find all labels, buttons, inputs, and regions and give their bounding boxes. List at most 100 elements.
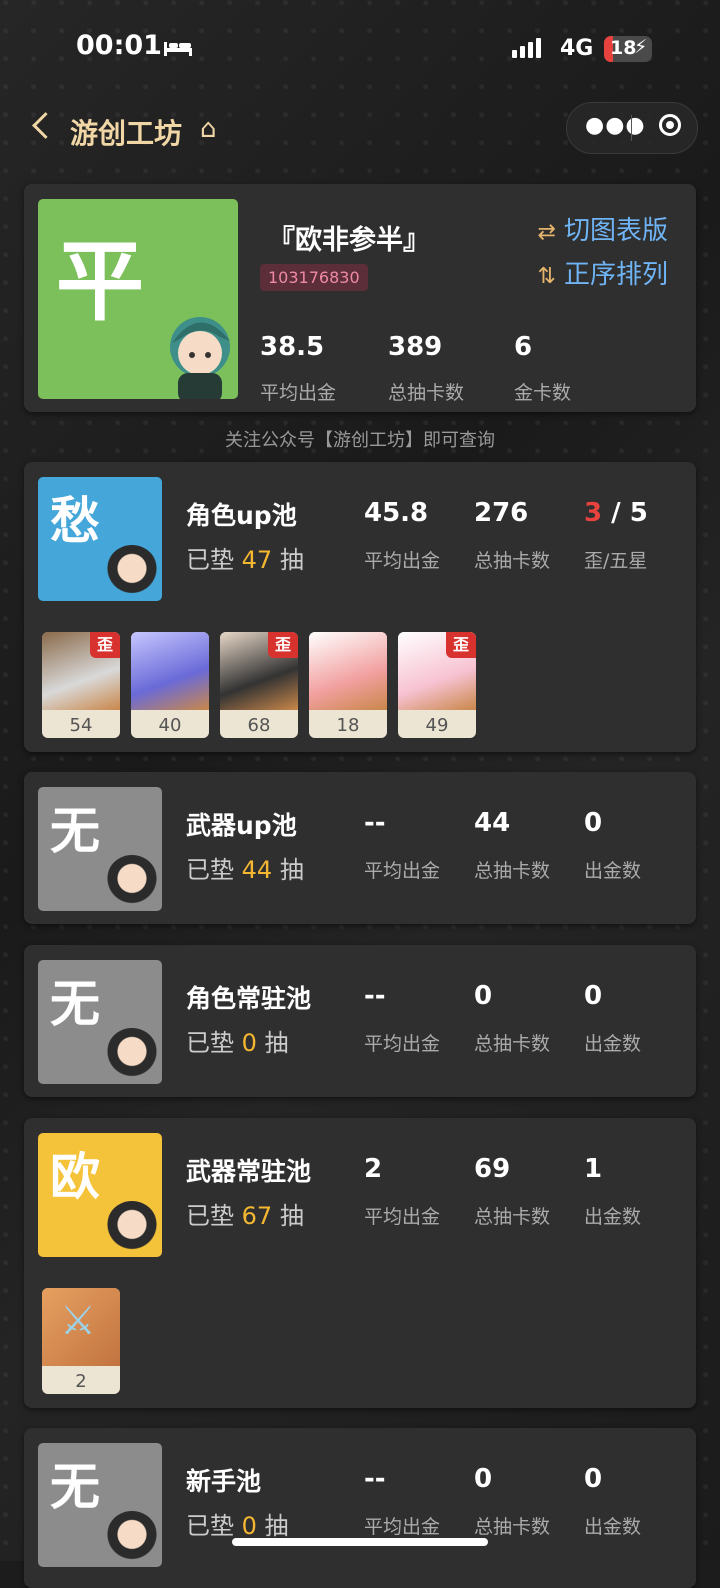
weapon-icon: ⚔ bbox=[60, 1298, 96, 1344]
summary-title: 『欧非参半』 bbox=[268, 225, 430, 256]
stat-label: 平均出金 bbox=[364, 1516, 441, 1538]
grade-text: 无 bbox=[50, 802, 100, 860]
pad-suffix: 抽 bbox=[256, 1029, 289, 1057]
stat-value: -- bbox=[364, 808, 386, 838]
pool-card[interactable]: 无 武器up池 已垫 44 抽 -- 平均出金 44 总抽卡数 0 出金数 bbox=[24, 772, 696, 924]
pad-count: 已垫 0 抽 bbox=[186, 1506, 289, 1541]
stat-label: 平均出金 bbox=[364, 1206, 441, 1228]
pad-number: 44 bbox=[241, 856, 273, 884]
item-pull-count: 40 bbox=[158, 715, 182, 736]
pool-card[interactable]: 愁 角色up池 已垫 47 抽 45.8 平均出金 276 总抽卡数 3 / 5 歪/五星 54 歪… bbox=[24, 462, 696, 752]
stat-value: 0 bbox=[584, 808, 603, 838]
item-thumbnail[interactable]: 18 bbox=[309, 632, 387, 738]
item-thumbnail[interactable]: 68 歪 bbox=[220, 632, 298, 738]
pad-number: 0 bbox=[241, 1029, 257, 1057]
stat-value: 0 bbox=[584, 981, 603, 1011]
stat-value: 276 bbox=[474, 498, 529, 528]
item-thumbnail[interactable]: ⚔ 2 bbox=[42, 1288, 120, 1394]
clock: 00:01 bbox=[76, 30, 162, 61]
off-banner-badge: 歪 bbox=[446, 632, 476, 658]
battery-icon: 18 ⚡ bbox=[604, 36, 652, 62]
stat-label: 平均出金 bbox=[260, 382, 337, 404]
network-type: 4G bbox=[560, 36, 594, 61]
pad-suffix: 抽 bbox=[256, 1512, 289, 1540]
stat-value: 1 bbox=[584, 1154, 603, 1184]
grade-text: 无 bbox=[50, 975, 100, 1033]
grade-badge: 愁 bbox=[38, 477, 162, 601]
sleep-icon bbox=[164, 42, 192, 56]
stat-label: 出金数 bbox=[584, 1516, 642, 1538]
back-icon[interactable] bbox=[32, 112, 59, 139]
pad-count: 已垫 0 抽 bbox=[186, 1023, 289, 1058]
sort-icon: ⇅ bbox=[537, 264, 556, 289]
character-avatar bbox=[106, 545, 158, 597]
home-icon[interactable]: ⌂ bbox=[200, 114, 217, 144]
switch-icon: ⇄ bbox=[537, 220, 556, 245]
character-avatar bbox=[106, 1201, 158, 1253]
grade-text: 无 bbox=[50, 1458, 100, 1516]
stat-value: 44 bbox=[474, 808, 511, 838]
pool-title: 角色常驻池 bbox=[186, 984, 312, 1013]
stat-label: 总抽卡数 bbox=[474, 1206, 551, 1228]
follow-note: 关注公众号【游创工坊】即可查询 bbox=[225, 430, 495, 451]
pool-title: 武器常驻池 bbox=[186, 1157, 312, 1186]
item-thumbnail[interactable]: 54 歪 bbox=[42, 632, 120, 738]
stat-value-highlight: 3 bbox=[584, 498, 603, 528]
grade-text: 欧 bbox=[50, 1148, 100, 1206]
pad-prefix: 已垫 bbox=[186, 1029, 242, 1057]
item-art: ⚔ bbox=[42, 1288, 120, 1366]
signal-icon bbox=[512, 38, 544, 58]
stat-value-rest: / 5 bbox=[602, 498, 648, 528]
stat-value: 38.5 bbox=[260, 332, 325, 362]
stat-value: 45.8 bbox=[364, 498, 429, 528]
grade-badge: 无 bbox=[38, 787, 162, 911]
stat-value: 0 bbox=[584, 1464, 603, 1494]
sort-order-button[interactable]: ⇅ 正序排列 bbox=[538, 254, 668, 291]
pool-card[interactable]: 无 角色常驻池 已垫 0 抽 -- 平均出金 0 总抽卡数 0 出金数 bbox=[24, 945, 696, 1097]
grade-badge: 无 bbox=[38, 1443, 162, 1567]
close-target-icon[interactable] bbox=[659, 114, 681, 136]
pad-count: 已垫 44 抽 bbox=[186, 850, 304, 885]
stat-value: 6 bbox=[514, 332, 533, 362]
stat-label: 总抽卡数 bbox=[474, 860, 551, 882]
uid-badge: 103176830 bbox=[260, 264, 368, 291]
stat-label: 金卡数 bbox=[514, 382, 572, 404]
stat-label: 总抽卡数 bbox=[474, 1033, 551, 1055]
pad-count: 已垫 47 抽 bbox=[186, 540, 304, 575]
item-art bbox=[309, 632, 387, 710]
nav-bar: 游创工坊 ⌂ ●●● bbox=[0, 98, 720, 162]
pad-suffix: 抽 bbox=[272, 1202, 304, 1230]
item-art bbox=[131, 632, 209, 710]
item-thumbnail[interactable]: 49 歪 bbox=[398, 632, 476, 738]
pad-prefix: 已垫 bbox=[186, 546, 242, 574]
pool-card[interactable]: 欧武器常驻池 已垫 67 抽 2 平均出金 69 总抽卡数 1 出金数 ⚔ 2 bbox=[24, 1118, 696, 1408]
stat-label: 出金数 bbox=[584, 1206, 642, 1228]
stat-label: 平均出金 bbox=[364, 1033, 441, 1055]
pad-suffix: 抽 bbox=[272, 856, 304, 884]
off-banner-badge: 歪 bbox=[90, 632, 120, 658]
pad-prefix: 已垫 bbox=[186, 1202, 242, 1230]
pad-number: 0 bbox=[241, 1512, 257, 1540]
stat-value: 389 bbox=[388, 332, 443, 362]
stat-label: 平均出金 bbox=[364, 550, 441, 572]
character-avatar bbox=[106, 1028, 158, 1080]
page-title: 游创工坊 bbox=[70, 117, 183, 150]
pad-count: 已垫 67 抽 bbox=[186, 1196, 304, 1231]
stat-value: 69 bbox=[474, 1154, 511, 1184]
stat-value: -- bbox=[364, 981, 386, 1011]
character-avatar bbox=[170, 317, 230, 399]
status-bar: 00:01 4G 18 ⚡ bbox=[0, 0, 720, 90]
item-pull-count: 18 bbox=[336, 715, 360, 736]
stat-value: -- bbox=[364, 1464, 386, 1494]
item-pull-count: 49 bbox=[425, 715, 449, 736]
character-avatar bbox=[106, 855, 158, 907]
item-thumbnail[interactable]: 40 bbox=[131, 632, 209, 738]
more-icon[interactable]: ●●● bbox=[585, 113, 646, 138]
switch-chart-button[interactable]: ⇄ 切图表版 bbox=[538, 210, 668, 247]
pool-card[interactable]: 无 新手池 已垫 0 抽 -- 平均出金 0 总抽卡数 0 出金数 bbox=[24, 1428, 696, 1588]
stat-value: 3 / 5 bbox=[584, 498, 648, 528]
mini-program-capsule: ●●● bbox=[566, 102, 698, 154]
summary-card: 平 『欧非参半』 103176830 ⇄ 切图表版 ⇅ 正序排列 38.5 平均出金… bbox=[24, 184, 696, 412]
stat-label: 出金数 bbox=[584, 860, 642, 882]
grade-badge: 平 bbox=[38, 199, 238, 399]
